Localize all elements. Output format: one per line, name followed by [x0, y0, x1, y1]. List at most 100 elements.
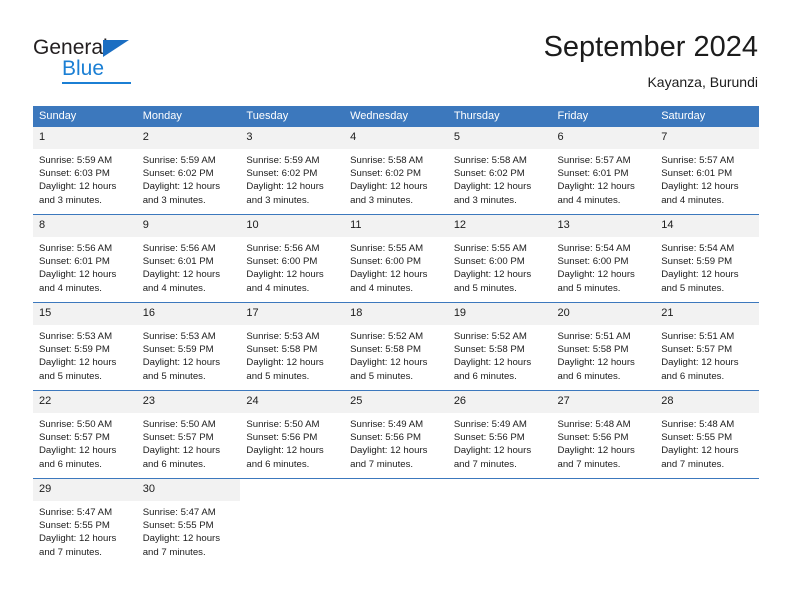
day-cell[interactable]: 9 Sunrise: 5:56 AM Sunset: 6:01 PM Dayli… — [136, 214, 241, 303]
day-cell[interactable]: 12 Sunrise: 5:55 AM Sunset: 6:00 PM Dayl… — [447, 214, 552, 303]
sunrise-text: Sunrise: 5:47 AM — [39, 507, 113, 518]
daylight-text-line2: and 5 minutes. — [350, 370, 414, 382]
sunrise-text: Sunrise: 5:50 AM — [39, 419, 113, 430]
sunset-text: Sunset: 6:00 PM — [557, 256, 629, 268]
day-details: Sunrise: 5:50 AM Sunset: 5:56 PM Dayligh… — [240, 413, 344, 471]
sunset-text: Sunset: 6:01 PM — [142, 256, 214, 268]
sunset-text: Sunset: 6:01 PM — [557, 168, 629, 180]
daylight-text-line2: and 6 minutes. — [246, 458, 310, 470]
day-details: Sunrise: 5:53 AM Sunset: 5:58 PM Dayligh… — [240, 325, 344, 383]
sunset-text: Sunset: 5:56 PM — [350, 432, 422, 444]
day-cell[interactable]: 22 Sunrise: 5:50 AM Sunset: 5:57 PM Dayl… — [33, 390, 137, 479]
sunrise-text: Sunrise: 5:56 AM — [142, 243, 216, 254]
sunset-text: Sunset: 5:56 PM — [246, 432, 318, 444]
day-details: Sunrise: 5:59 AM Sunset: 6:02 PM Dayligh… — [137, 149, 241, 207]
sunrise-text: Sunrise: 5:55 AM — [453, 243, 527, 254]
daylight-text-line1: Daylight: 12 hours — [557, 357, 635, 369]
day-cell[interactable]: 21 Sunrise: 5:51 AM Sunset: 5:57 PM Dayl… — [655, 302, 759, 391]
sunrise-text: Sunrise: 5:55 AM — [350, 243, 424, 254]
day-cell[interactable]: 8 Sunrise: 5:56 AM Sunset: 6:01 PM Dayli… — [33, 214, 137, 303]
day-cell[interactable]: 15 Sunrise: 5:53 AM Sunset: 5:59 PM Dayl… — [33, 302, 137, 391]
day-number: 5 — [447, 127, 552, 149]
day-number: 15 — [33, 303, 137, 325]
daylight-text-line2: and 6 minutes. — [557, 370, 621, 382]
daylight-text-line1: Daylight: 12 hours — [142, 445, 221, 457]
daylight-text-line2: and 7 minutes. — [39, 546, 102, 558]
day-number: 10 — [240, 215, 345, 237]
daylight-text-line2: and 6 minutes. — [453, 370, 517, 382]
day-cell[interactable]: 7 Sunrise: 5:57 AM Sunset: 6:01 PM Dayli… — [655, 127, 759, 215]
day-cell[interactable]: 5 Sunrise: 5:58 AM Sunset: 6:02 PM Dayli… — [447, 127, 552, 215]
day-cell[interactable]: 17 Sunrise: 5:53 AM Sunset: 5:58 PM Dayl… — [240, 302, 345, 391]
daylight-text-line1: Daylight: 12 hours — [453, 269, 532, 281]
day-details: Sunrise: 5:47 AM Sunset: 5:55 PM Dayligh… — [33, 501, 137, 559]
daylight-text-line2: and 4 minutes. — [350, 282, 414, 294]
sunset-text: Sunset: 6:00 PM — [246, 256, 318, 268]
day-cell[interactable]: 29 Sunrise: 5:47 AM Sunset: 5:55 PM Dayl… — [33, 478, 137, 566]
day-cell[interactable]: 26 Sunrise: 5:49 AM Sunset: 5:56 PM Dayl… — [447, 390, 552, 479]
daylight-text-line1: Daylight: 12 hours — [246, 445, 324, 457]
day-cell[interactable]: 11 Sunrise: 5:55 AM Sunset: 6:00 PM Dayl… — [344, 214, 448, 303]
day-cell[interactable]: 2 Sunrise: 5:59 AM Sunset: 6:02 PM Dayli… — [136, 127, 241, 215]
daylight-text-line1: Daylight: 12 hours — [661, 357, 739, 369]
day-cell[interactable]: 10 Sunrise: 5:56 AM Sunset: 6:00 PM Dayl… — [240, 214, 345, 303]
day-cell[interactable]: 16 Sunrise: 5:53 AM Sunset: 5:59 PM Dayl… — [136, 302, 241, 391]
day-cell[interactable]: 1 Sunrise: 5:59 AM Sunset: 6:03 PM Dayli… — [33, 127, 137, 215]
daylight-text-line1: Daylight: 12 hours — [557, 269, 635, 281]
day-cell[interactable]: 19 Sunrise: 5:52 AM Sunset: 5:58 PM Dayl… — [447, 302, 552, 391]
day-cell[interactable]: 25 Sunrise: 5:49 AM Sunset: 5:56 PM Dayl… — [344, 390, 448, 479]
calendar-week-row: 22 Sunrise: 5:50 AM Sunset: 5:57 PM Dayl… — [33, 390, 759, 479]
day-cell[interactable]: 24 Sunrise: 5:50 AM Sunset: 5:56 PM Dayl… — [240, 390, 345, 479]
daylight-text-line2: and 7 minutes. — [350, 458, 414, 470]
weekday-header-tuesday: Tuesday — [240, 106, 345, 127]
generalblue-logo[interactable]: General Blue — [33, 36, 233, 88]
calendar-page: General Blue September 2024 Kayanza, Bur… — [0, 0, 792, 612]
daylight-text-line2: and 3 minutes. — [350, 194, 414, 206]
day-number — [240, 479, 345, 501]
day-cell[interactable]: 23 Sunrise: 5:50 AM Sunset: 5:57 PM Dayl… — [136, 390, 241, 479]
day-details: Sunrise: 5:54 AM Sunset: 6:00 PM Dayligh… — [552, 237, 656, 295]
day-cell[interactable]: 13 Sunrise: 5:54 AM Sunset: 6:00 PM Dayl… — [551, 214, 656, 303]
sunrise-text: Sunrise: 5:58 AM — [453, 155, 527, 166]
day-cell[interactable]: 14 Sunrise: 5:54 AM Sunset: 5:59 PM Dayl… — [655, 214, 759, 303]
daylight-text-line2: and 5 minutes. — [661, 282, 725, 294]
day-cell[interactable]: 28 Sunrise: 5:48 AM Sunset: 5:55 PM Dayl… — [655, 390, 759, 479]
sunrise-text: Sunrise: 5:59 AM — [142, 155, 216, 166]
day-number: 8 — [33, 215, 137, 237]
day-details: Sunrise: 5:59 AM Sunset: 6:03 PM Dayligh… — [33, 149, 137, 207]
day-cell[interactable]: 6 Sunrise: 5:57 AM Sunset: 6:01 PM Dayli… — [551, 127, 656, 215]
day-cell[interactable]: 4 Sunrise: 5:58 AM Sunset: 6:02 PM Dayli… — [344, 127, 448, 215]
daylight-text-line1: Daylight: 12 hours — [142, 357, 221, 369]
day-cell[interactable]: 30 Sunrise: 5:47 AM Sunset: 5:55 PM Dayl… — [136, 478, 241, 566]
sunset-text: Sunset: 5:58 PM — [557, 344, 629, 356]
sunset-text: Sunset: 6:01 PM — [661, 168, 733, 180]
sunset-text: Sunset: 5:56 PM — [557, 432, 629, 444]
day-details: Sunrise: 5:51 AM Sunset: 5:57 PM Dayligh… — [655, 325, 759, 383]
day-number: 11 — [344, 215, 448, 237]
daylight-text-line1: Daylight: 12 hours — [246, 357, 324, 369]
day-number: 4 — [344, 127, 448, 149]
day-number — [655, 479, 759, 501]
day-details: Sunrise: 5:56 AM Sunset: 6:00 PM Dayligh… — [240, 237, 344, 295]
day-details: Sunrise: 5:57 AM Sunset: 6:01 PM Dayligh… — [655, 149, 759, 207]
sunrise-text: Sunrise: 5:57 AM — [661, 155, 735, 166]
sunrise-text: Sunrise: 5:49 AM — [453, 419, 527, 430]
day-number: 20 — [551, 303, 656, 325]
daylight-text-line2: and 4 minutes. — [142, 282, 206, 294]
logo-text-blue: Blue — [62, 57, 105, 80]
day-cell[interactable]: 27 Sunrise: 5:48 AM Sunset: 5:56 PM Dayl… — [551, 390, 656, 479]
day-number: 30 — [136, 479, 241, 501]
day-details: Sunrise: 5:47 AM Sunset: 5:55 PM Dayligh… — [137, 501, 241, 559]
daylight-text-line2: and 5 minutes. — [453, 282, 517, 294]
day-number: 9 — [136, 215, 241, 237]
day-cell[interactable]: 20 Sunrise: 5:51 AM Sunset: 5:58 PM Dayl… — [551, 302, 656, 391]
sunrise-text: Sunrise: 5:48 AM — [557, 419, 631, 430]
day-number: 12 — [447, 215, 552, 237]
day-cell[interactable]: 18 Sunrise: 5:52 AM Sunset: 5:58 PM Dayl… — [344, 302, 448, 391]
daylight-text-line2: and 7 minutes. — [142, 546, 206, 558]
day-number: 17 — [240, 303, 345, 325]
daylight-text-line2: and 4 minutes. — [557, 194, 621, 206]
day-cell[interactable]: 3 Sunrise: 5:59 AM Sunset: 6:02 PM Dayli… — [240, 127, 345, 215]
sunrise-text: Sunrise: 5:57 AM — [557, 155, 631, 166]
calendar-table: Sunday Monday Tuesday Wednesday Thursday… — [33, 106, 759, 566]
